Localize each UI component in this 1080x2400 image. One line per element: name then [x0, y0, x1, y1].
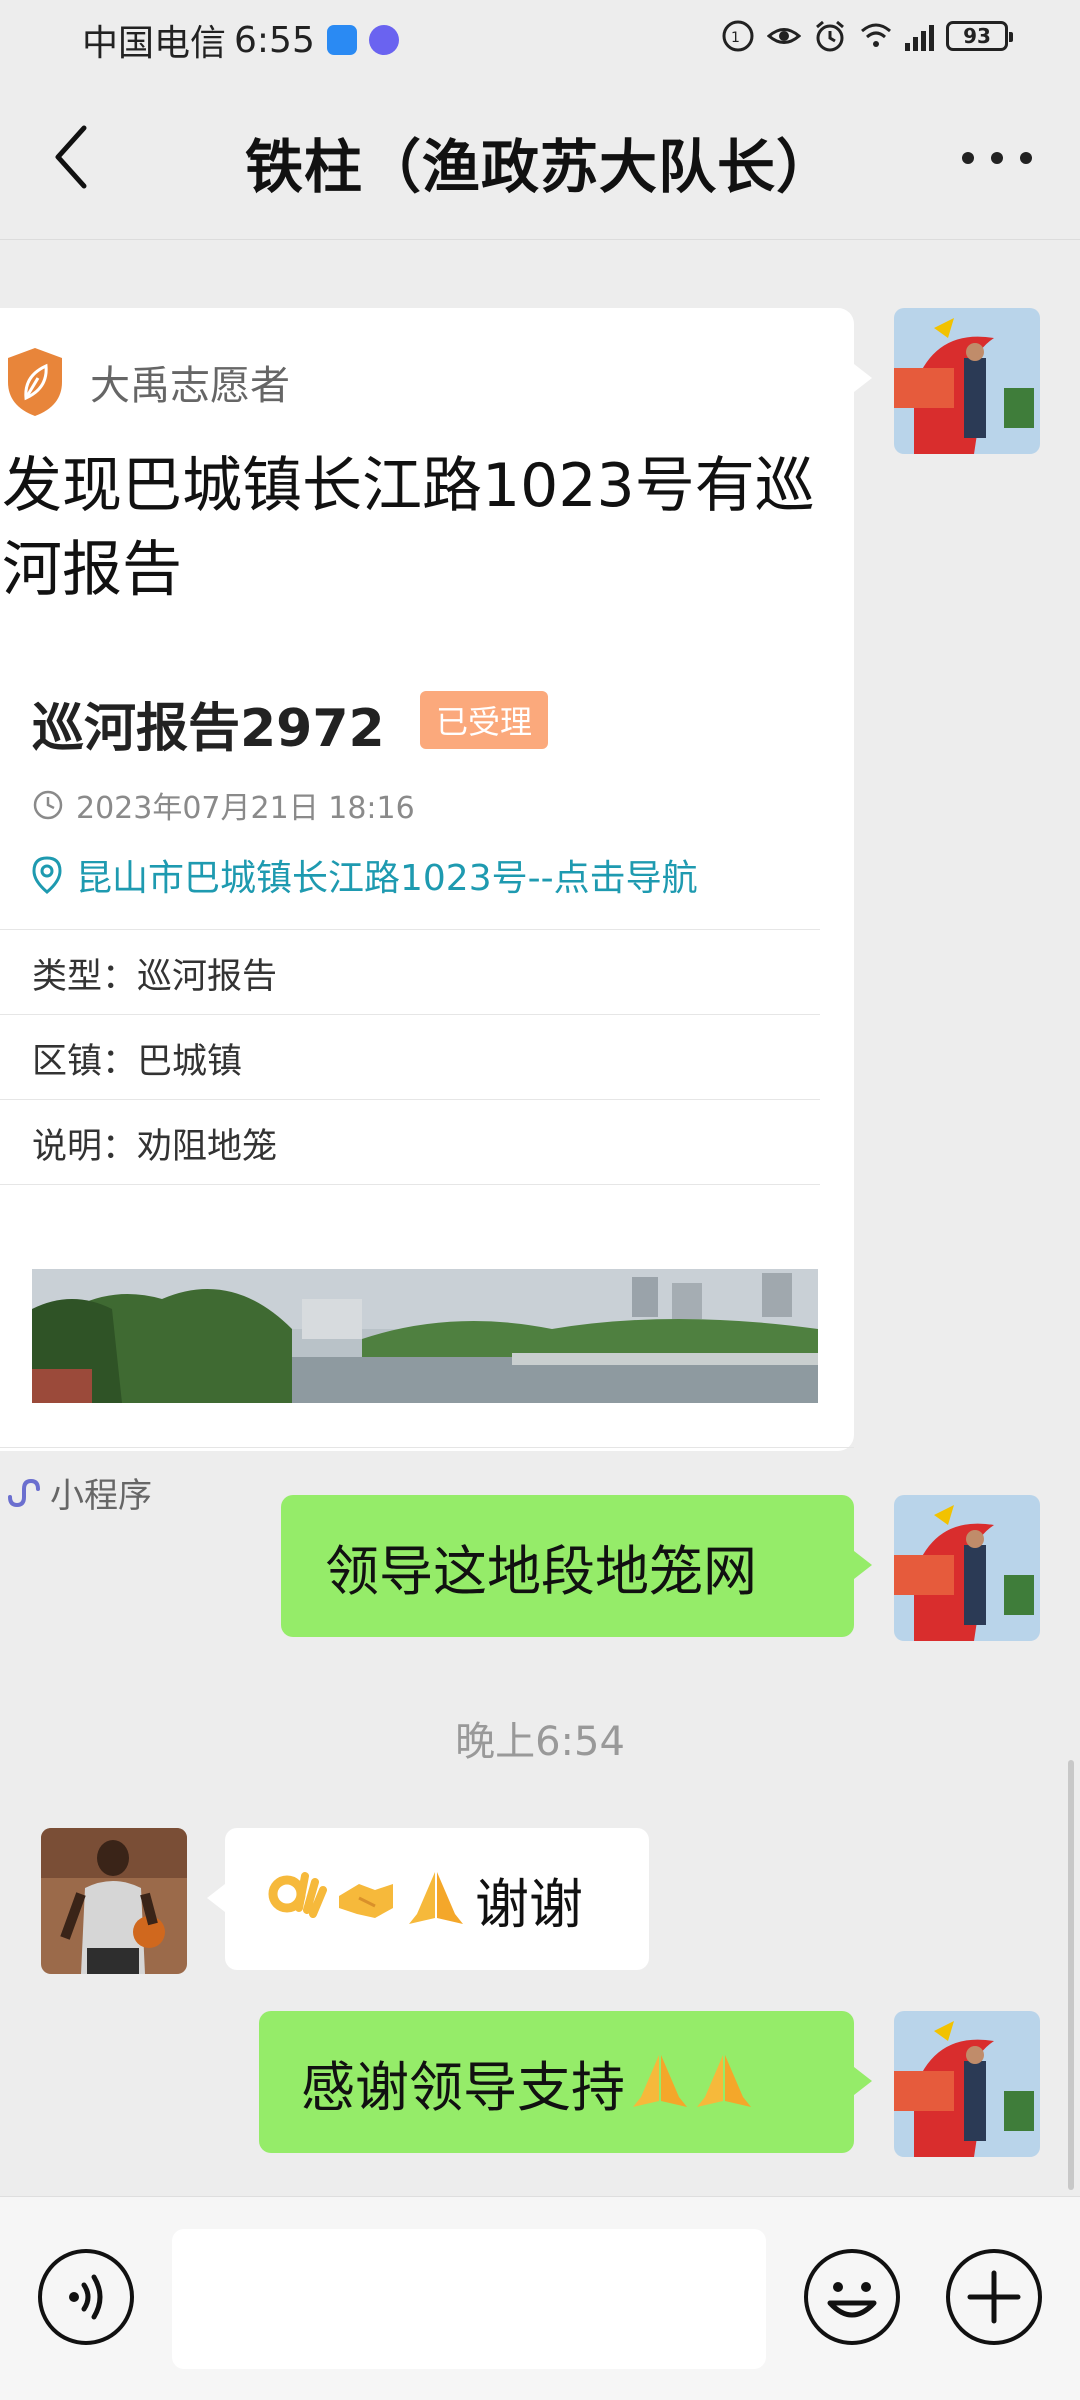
self-avatar[interactable]: [894, 1495, 1040, 1641]
status-left: 中国电信 6:55: [82, 14, 399, 66]
card-row-description: 说明：劝阻地笼: [32, 1118, 277, 1169]
card-footer: 小程序: [4, 1468, 152, 1517]
cloud-app-icon: [326, 25, 357, 55]
message-input[interactable]: [172, 2229, 766, 2369]
mini-program-icon: [8, 1478, 40, 1507]
mini-program-card[interactable]: 大禹志愿者 发现巴城镇长江路1023号有巡河报告 巡河报告2972 已受理 20…: [0, 308, 872, 1516]
voice-icon: [69, 2274, 103, 2320]
battery-indicator: 93: [946, 21, 1013, 51]
row-label: 说明：: [32, 1127, 138, 1167]
chat-title: 铁柱（渔政苏大队长）: [244, 133, 835, 201]
handshake-emoji-icon: [339, 1884, 393, 1918]
volunteer-leaf-icon: [8, 348, 62, 416]
more-options-icon[interactable]: [962, 148, 1032, 168]
row-value: 巡河报告: [137, 957, 278, 997]
self-avatar[interactable]: [894, 2011, 1040, 2157]
report-datetime-text: 2023年07月21日 18:16: [76, 791, 415, 826]
chat-scrollbar[interactable]: [1068, 1760, 1074, 2190]
card-source: 大禹志愿者: [4, 346, 290, 418]
voice-input-button[interactable]: [38, 2249, 134, 2345]
status-right: 1 93: [721, 18, 1013, 54]
more-functions-button[interactable]: [946, 2249, 1042, 2345]
smiley-icon: [827, 2282, 877, 2318]
wifi-icon: [861, 23, 891, 47]
message-text: 感谢领导支持: [301, 2055, 625, 2119]
card-headline: 发现巴城镇长江路1023号有巡河报告: [2, 451, 815, 605]
contact-avatar[interactable]: [41, 1828, 187, 1974]
report-datetime: 2023年07月21日 18:16: [32, 783, 415, 827]
river-photo: [32, 1269, 818, 1403]
message-text: 领导这地段地笼网: [325, 1539, 757, 1603]
battery-level: 93: [963, 24, 991, 48]
alarm-icon: [816, 20, 844, 52]
report-location-link[interactable]: 昆山市巴城镇长江路1023号--点击导航: [32, 849, 698, 901]
pray-emoji-icon: [409, 1872, 463, 1924]
card-row-district: 区镇：巴城镇: [32, 1033, 242, 1084]
chat-header: 铁柱（渔政苏大队长）: [0, 76, 1080, 240]
row-value: 巴城镇: [137, 1042, 243, 1082]
chat-timestamp: 晚上6:54: [455, 1719, 625, 1765]
location-pin-icon: [32, 856, 62, 894]
card-divider: [0, 1014, 820, 1015]
signal-icon: [905, 21, 934, 51]
card-divider: [0, 1184, 820, 1185]
sent-message-bubble[interactable]: 感谢领导支持: [259, 2011, 872, 2153]
card-footer-label: 小程序: [50, 1476, 152, 1516]
input-bar: [0, 2196, 1080, 2400]
music-app-icon: [368, 25, 399, 55]
row-value: 劝阻地笼: [137, 1127, 278, 1167]
message-text: 谢谢: [475, 1872, 583, 1936]
row-label: 区镇：: [32, 1042, 138, 1082]
hd-call-icon: 1: [722, 20, 754, 52]
card-divider: [0, 1099, 820, 1100]
chat-list[interactable]: 大禹志愿者 发现巴城镇长江路1023号有巡河报告 巡河报告2972 已受理 20…: [0, 241, 1080, 2196]
report-title: 巡河报告2972: [32, 699, 385, 759]
emoji-button[interactable]: [804, 2249, 900, 2345]
ok-hand-emoji-icon: [268, 1872, 327, 1918]
report-location-text[interactable]: 昆山市巴城镇长江路1023号--点击导航: [76, 849, 698, 901]
svg-text:1: 1: [731, 30, 740, 46]
status-badge: 已受理: [420, 691, 549, 749]
plus-icon: [967, 2270, 1021, 2324]
received-message-bubble[interactable]: 谢谢: [207, 1828, 649, 1970]
clock-icon: [33, 790, 63, 820]
pray-emoji-icon: [697, 2055, 751, 2107]
status-time: 6:55: [234, 19, 315, 61]
eye-icon: [767, 28, 801, 44]
card-row-type: 类型：巡河报告: [32, 948, 277, 999]
pray-emoji-icon: [633, 2055, 687, 2107]
row-label: 类型：: [32, 957, 138, 997]
self-avatar[interactable]: [894, 308, 1040, 454]
status-bar: 中国电信 6:55 1 93: [0, 0, 1080, 76]
carrier-label: 中国电信: [82, 23, 227, 64]
card-source-name: 大禹志愿者: [90, 363, 290, 409]
card-footer-divider: [0, 1447, 854, 1448]
card-divider: [0, 929, 820, 930]
sent-message-bubble[interactable]: 领导这地段地笼网: [281, 1495, 872, 1637]
